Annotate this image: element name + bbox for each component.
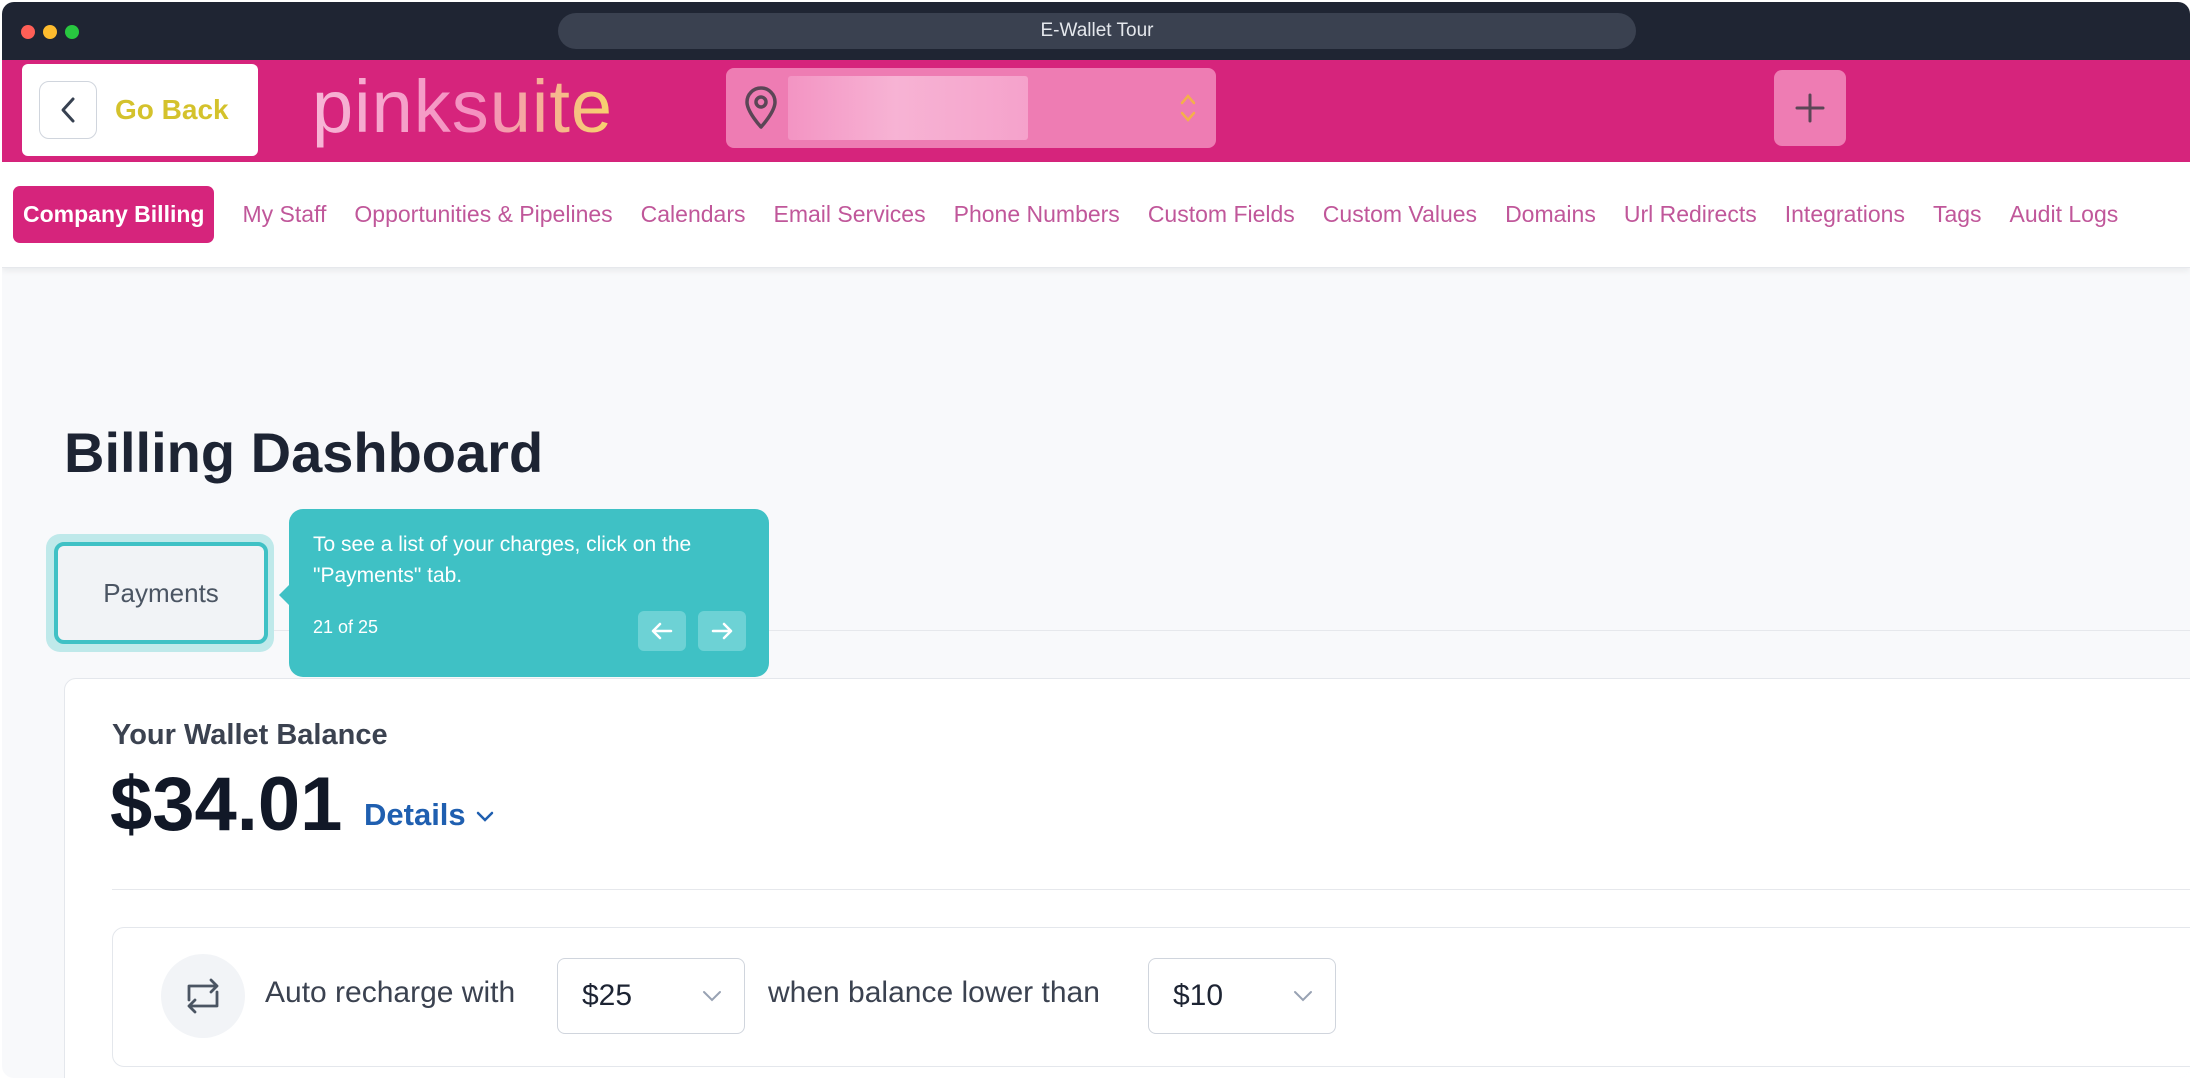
minimize-window-button[interactable] [43, 25, 57, 39]
title-bar: E-Wallet Tour [2, 2, 2190, 60]
close-window-button[interactable] [21, 25, 35, 39]
tour-next-button[interactable] [698, 611, 746, 651]
nav-tab-custom-values[interactable]: Custom Values [1323, 201, 1477, 228]
nav-tab-custom-fields[interactable]: Custom Fields [1148, 201, 1295, 228]
wallet-balance-label: Your Wallet Balance [112, 719, 388, 751]
location-name-redacted [788, 76, 1028, 140]
settings-nav: Company Billing My Staff Opportunities &… [2, 162, 2190, 268]
balance-threshold-select[interactable]: $10 [1148, 958, 1336, 1034]
add-button[interactable] [1774, 70, 1846, 146]
nav-tab-phone-numbers[interactable]: Phone Numbers [954, 201, 1120, 228]
arrow-right-icon [711, 622, 733, 640]
chevron-up-down-icon [1180, 94, 1196, 122]
logo-text: pinksuite [312, 72, 613, 148]
nav-tab-audit-logs[interactable]: Audit Logs [2010, 201, 2119, 228]
tour-step-counter: 21 of 25 [313, 617, 379, 637]
page-title: Billing Dashboard [64, 421, 544, 484]
nav-tab-url-redirects[interactable]: Url Redirects [1624, 201, 1757, 228]
details-toggle[interactable]: Details [364, 797, 494, 833]
tab-payments[interactable]: Payments [54, 542, 268, 644]
nav-tab-calendars[interactable]: Calendars [641, 201, 746, 228]
tooltip-pointer [279, 585, 289, 605]
browser-window: E-Wallet Tour Go Back pinksuite Company … [2, 2, 2190, 1078]
go-back-button[interactable]: Go Back [22, 64, 258, 156]
wallet-card: Your Wallet Balance $34.01 Details Auto … [64, 678, 2190, 1078]
nav-tab-tags[interactable]: Tags [1933, 201, 1982, 228]
recharge-amount-select[interactable]: $25 [557, 958, 745, 1034]
window-title[interactable]: E-Wallet Tour [558, 13, 1636, 49]
arrow-left-icon [651, 622, 673, 640]
chevron-down-icon [703, 991, 721, 1002]
nav-tab-email-services[interactable]: Email Services [774, 201, 926, 228]
app-header: Go Back pinksuite [2, 60, 2190, 162]
chevron-down-icon [476, 811, 493, 822]
location-switcher[interactable] [726, 68, 1216, 148]
recharge-icon [161, 954, 245, 1038]
tour-message: To see a list of your charges, click on … [313, 533, 692, 587]
nav-tab-opportunities-pipelines[interactable]: Opportunities & Pipelines [354, 201, 612, 228]
nav-tab-integrations[interactable]: Integrations [1785, 201, 1905, 228]
details-label: Details [364, 797, 466, 832]
card-divider [112, 889, 2190, 890]
wallet-balance-amount: $34.01 [110, 762, 343, 847]
auto-recharge-panel: Auto recharge with $25 when balance lowe… [112, 927, 2190, 1067]
nav-tab-my-staff[interactable]: My Staff [242, 201, 326, 228]
auto-recharge-condition: when balance lower than [768, 976, 1100, 1009]
maximize-window-button[interactable] [65, 25, 79, 39]
auto-recharge-prefix: Auto recharge with [265, 976, 516, 1009]
location-pin-icon [745, 86, 777, 129]
nav-tab-domains[interactable]: Domains [1505, 201, 1596, 228]
chevron-down-icon [1294, 991, 1312, 1002]
plus-icon [1795, 93, 1825, 123]
tour-previous-button[interactable] [638, 611, 686, 651]
pinksuite-logo: pinksuite [312, 72, 613, 148]
tour-tooltip: To see a list of your charges, click on … [279, 509, 769, 677]
nav-tab-company-billing[interactable]: Company Billing [13, 186, 215, 243]
go-back-label: Go Back [115, 94, 229, 125]
balance-threshold-value: $10 [1173, 979, 1224, 1012]
recharge-amount-value: $25 [582, 979, 633, 1012]
chevron-left-icon [39, 81, 97, 139]
